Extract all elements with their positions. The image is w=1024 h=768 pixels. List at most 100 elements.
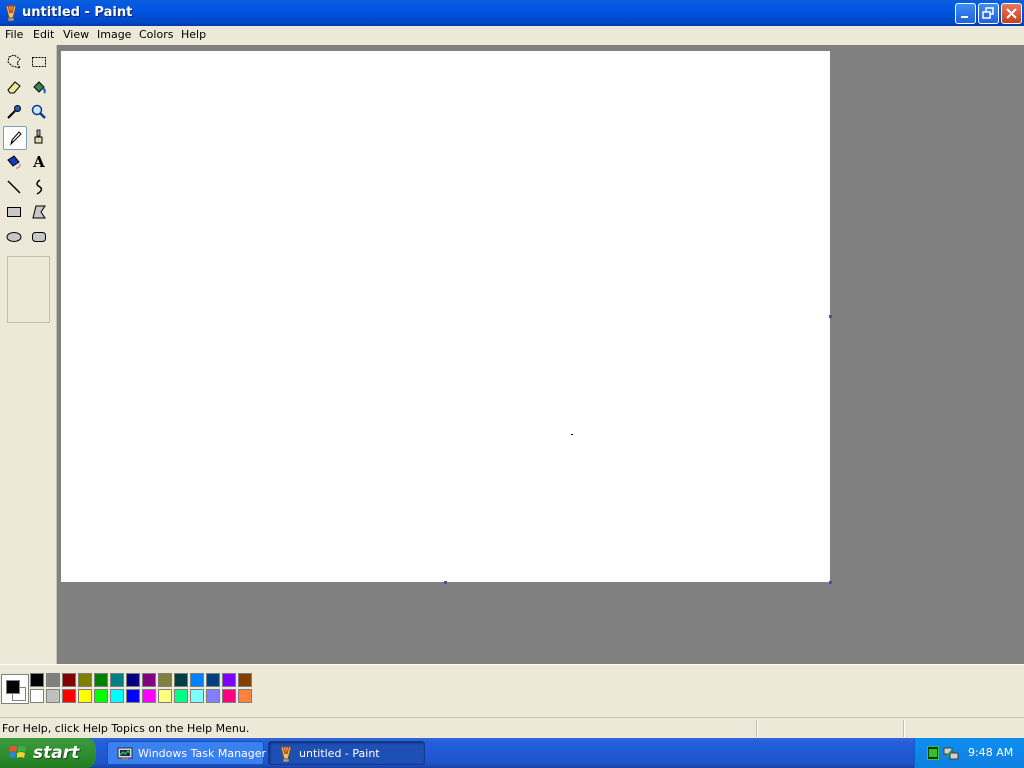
restore-icon bbox=[982, 7, 994, 19]
palette-color-swatch[interactable] bbox=[158, 673, 172, 687]
tool-rounded-rectangle[interactable] bbox=[28, 226, 50, 248]
pencil-icon bbox=[10, 131, 22, 146]
system-tray: 9:48 AM bbox=[914, 738, 1024, 768]
palette-color-swatch[interactable] bbox=[158, 689, 172, 703]
fill-bucket-icon bbox=[33, 81, 46, 94]
palette-color-swatch[interactable] bbox=[62, 689, 76, 703]
airbrush-icon bbox=[7, 155, 21, 169]
tool-text[interactable]: A bbox=[28, 151, 50, 173]
paint-icon bbox=[280, 745, 292, 763]
palette-color-swatch[interactable] bbox=[94, 689, 108, 703]
rounded-rect-icon bbox=[32, 232, 46, 242]
palette-color-swatch[interactable] bbox=[30, 673, 44, 687]
tool-ellipse[interactable] bbox=[3, 226, 25, 248]
resize-handle-right[interactable] bbox=[829, 315, 832, 318]
magnifier-icon bbox=[31, 104, 46, 119]
palette-color-swatch[interactable] bbox=[238, 673, 252, 687]
status-help-text: For Help, click Help Topics on the Help … bbox=[2, 722, 250, 735]
task-windows-task-manager[interactable]: Windows Task Manager bbox=[107, 741, 267, 765]
palette-color-swatch[interactable] bbox=[174, 689, 188, 703]
resize-handle-corner[interactable] bbox=[829, 581, 832, 584]
stray-pixel bbox=[571, 434, 573, 435]
tool-magnifier[interactable] bbox=[28, 101, 50, 123]
ellipse-icon bbox=[6, 232, 22, 242]
network-icon[interactable] bbox=[943, 745, 959, 761]
palette-color-swatch[interactable] bbox=[62, 673, 76, 687]
status-divider bbox=[903, 720, 905, 737]
palette-color-swatch[interactable] bbox=[206, 689, 220, 703]
tool-pick-color[interactable] bbox=[3, 101, 25, 123]
menu-image[interactable]: Image bbox=[97, 28, 131, 41]
title-bar[interactable]: untitled - Paint bbox=[0, 0, 1024, 26]
palette-color-swatch[interactable] bbox=[94, 673, 108, 687]
start-label: start bbox=[33, 743, 80, 763]
tool-free-form-select[interactable] bbox=[3, 51, 25, 73]
eraser-icon bbox=[7, 81, 21, 94]
palette-color-swatch[interactable] bbox=[78, 673, 92, 687]
tool-rectangle[interactable] bbox=[3, 201, 25, 223]
palette-color-swatch[interactable] bbox=[46, 673, 60, 687]
tool-polygon[interactable] bbox=[28, 201, 50, 223]
task-untitled-paint[interactable]: untitled - Paint bbox=[268, 741, 425, 765]
menu-file[interactable]: File bbox=[5, 28, 23, 41]
palette-color-swatch[interactable] bbox=[222, 673, 236, 687]
task-label: Windows Task Manager bbox=[138, 747, 267, 760]
cpu-usage-icon[interactable] bbox=[927, 746, 939, 760]
tool-curve[interactable] bbox=[28, 176, 50, 198]
menu-bar: File Edit View Image Colors Help bbox=[0, 26, 1024, 45]
text-icon: A bbox=[33, 153, 45, 171]
rect-select-icon bbox=[32, 57, 46, 67]
palette-color-swatch[interactable] bbox=[110, 689, 124, 703]
tool-eraser[interactable] bbox=[3, 76, 25, 98]
rectangle-icon bbox=[7, 207, 21, 217]
palette-color-swatch[interactable] bbox=[206, 673, 220, 687]
palette-color-swatch[interactable] bbox=[110, 673, 124, 687]
menu-view[interactable]: View bbox=[63, 28, 89, 41]
palette-color-swatch[interactable] bbox=[174, 673, 188, 687]
status-bar: For Help, click Help Topics on the Help … bbox=[0, 717, 1024, 739]
palette-color-swatch[interactable] bbox=[190, 673, 204, 687]
polygon-icon bbox=[32, 205, 46, 219]
tool-fill-with-color[interactable] bbox=[28, 76, 50, 98]
menu-edit[interactable]: Edit bbox=[33, 28, 54, 41]
tool-line[interactable] bbox=[3, 176, 25, 198]
line-icon bbox=[7, 180, 21, 194]
tool-select[interactable] bbox=[28, 51, 50, 73]
foreground-color-swatch[interactable] bbox=[6, 680, 20, 694]
resize-handle-bottom[interactable] bbox=[444, 581, 447, 584]
palette-color-swatch[interactable] bbox=[190, 689, 204, 703]
eyedropper-icon bbox=[7, 105, 21, 119]
palette-color-swatch[interactable] bbox=[30, 689, 44, 703]
status-divider bbox=[756, 720, 758, 737]
palette-color-swatch[interactable] bbox=[126, 673, 140, 687]
tool-brush[interactable] bbox=[28, 126, 50, 148]
tool-airbrush[interactable] bbox=[3, 151, 25, 173]
free-select-icon bbox=[7, 54, 22, 69]
palette-color-swatch[interactable] bbox=[142, 673, 156, 687]
palette-color-swatch[interactable] bbox=[46, 689, 60, 703]
tool-box: A bbox=[0, 45, 57, 664]
drawing-canvas[interactable] bbox=[61, 51, 830, 582]
tool-options-box[interactable] bbox=[7, 256, 50, 323]
minimize-button[interactable] bbox=[955, 3, 976, 24]
window-title: untitled - Paint bbox=[22, 5, 133, 20]
palette-color-swatch[interactable] bbox=[78, 689, 92, 703]
curve-icon bbox=[36, 179, 43, 195]
windows-logo-icon bbox=[9, 746, 26, 758]
start-button[interactable]: start bbox=[0, 738, 96, 768]
task-manager-icon bbox=[117, 747, 133, 760]
palette-color-swatch[interactable] bbox=[222, 689, 236, 703]
clock[interactable]: 9:48 AM bbox=[968, 746, 1013, 759]
palette-color-swatch[interactable] bbox=[238, 689, 252, 703]
current-colors bbox=[1, 674, 29, 704]
tool-pencil[interactable] bbox=[3, 126, 27, 150]
restore-button[interactable] bbox=[978, 3, 999, 24]
menu-help[interactable]: Help bbox=[181, 28, 206, 41]
menu-colors[interactable]: Colors bbox=[139, 28, 173, 41]
paint-icon bbox=[5, 4, 17, 22]
minimize-icon bbox=[961, 16, 968, 18]
close-button[interactable] bbox=[1001, 3, 1022, 24]
task-label: untitled - Paint bbox=[299, 747, 380, 760]
palette-color-swatch[interactable] bbox=[126, 689, 140, 703]
palette-color-swatch[interactable] bbox=[142, 689, 156, 703]
